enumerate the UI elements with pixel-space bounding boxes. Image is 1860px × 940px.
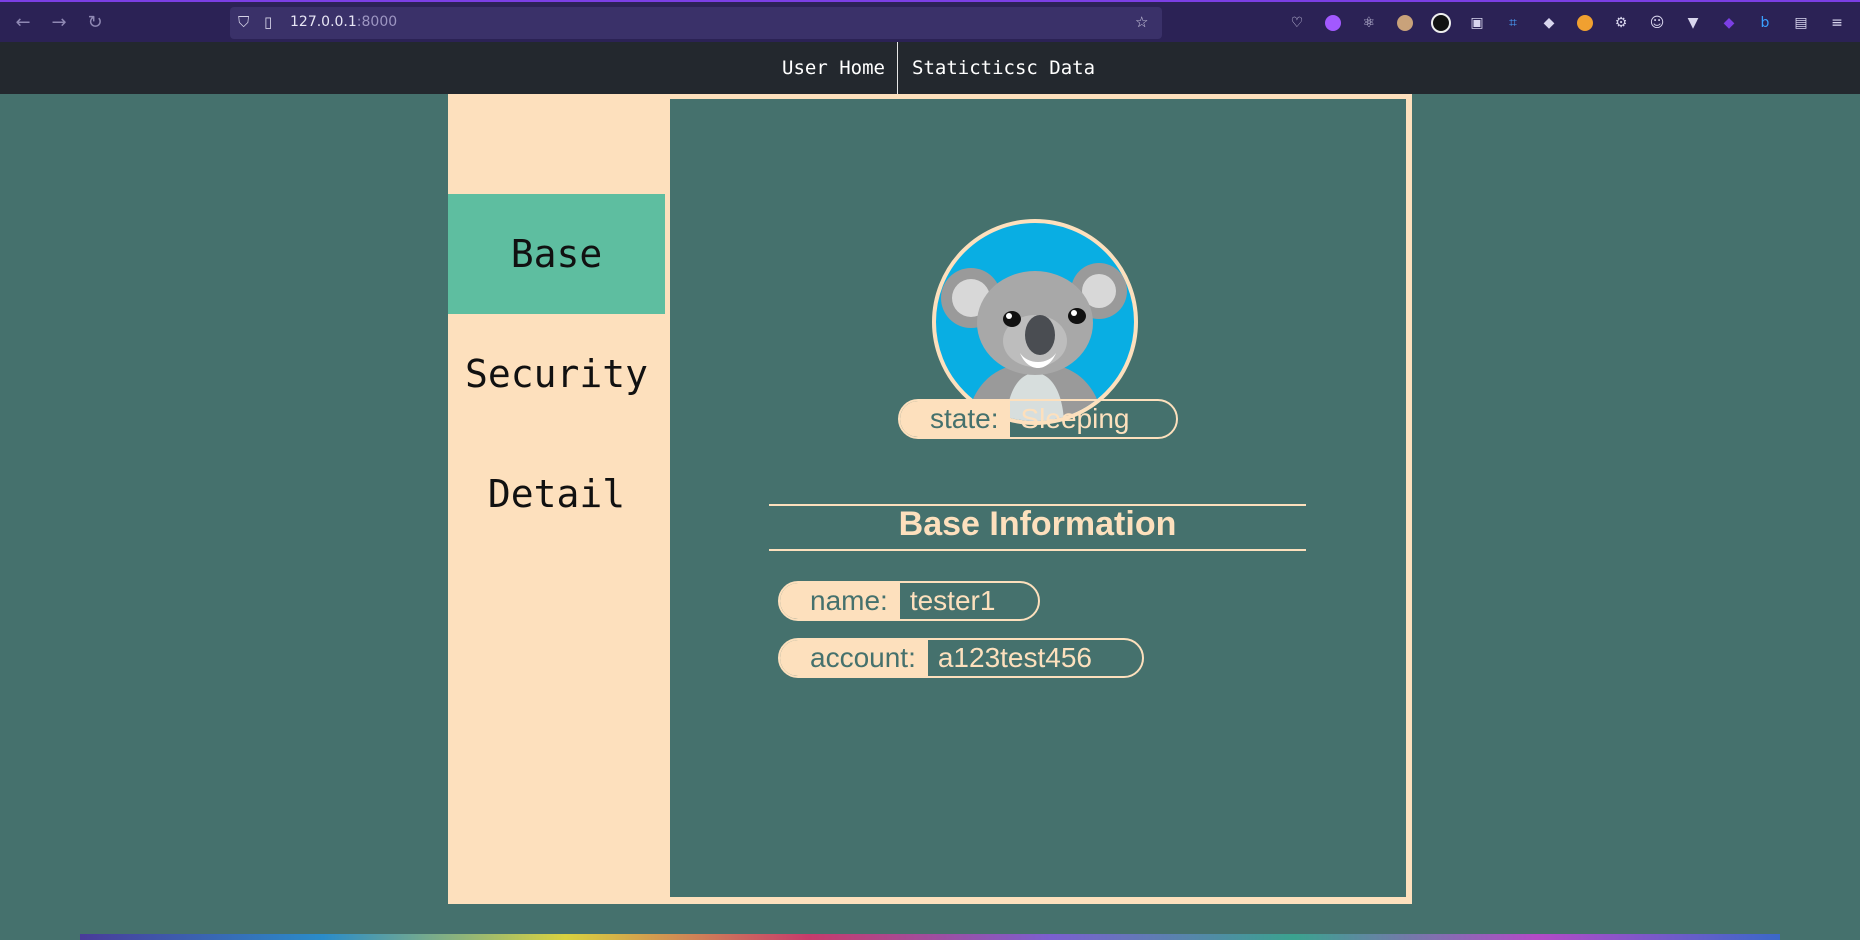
back-arrow-icon[interactable]: ← bbox=[12, 12, 34, 34]
account-value: a123test456 bbox=[937, 642, 1092, 673]
divider-bottom bbox=[769, 549, 1306, 551]
name-label: name: bbox=[780, 583, 900, 619]
extension-s-icon[interactable] bbox=[1321, 11, 1345, 35]
nav-user-home-link[interactable]: User Home bbox=[782, 42, 885, 94]
bookmark-star-icon[interactable]: ☆ bbox=[1135, 13, 1148, 31]
name-pill: name: tester1 bbox=[778, 581, 1040, 621]
extension-cube-icon[interactable]: ◆ bbox=[1537, 11, 1561, 35]
state-label: state: bbox=[900, 401, 1011, 437]
extension-face-icon[interactable] bbox=[1393, 11, 1417, 35]
pocket-icon[interactable]: ♡ bbox=[1285, 11, 1309, 35]
page-icon: ▯ bbox=[264, 13, 273, 31]
extension-circle-icon[interactable] bbox=[1429, 11, 1453, 35]
menu-hamburger-icon[interactable]: ≡ bbox=[1825, 11, 1849, 35]
extensions-toolbar: ♡ ⚛ ▣ ⌗ ◆ ⚙ ☺ ▼ ◆ b ▤ ≡ bbox=[1285, 11, 1849, 35]
address-bar[interactable]: ⛉ ▯ 127.0.0.1:8000 ☆ bbox=[230, 7, 1162, 39]
account-pill: account: a123test456 bbox=[778, 638, 1144, 678]
section-title: Base Information bbox=[898, 505, 1177, 543]
url-host: 127.0.0.1 bbox=[290, 14, 357, 30]
extension-orange-icon[interactable] bbox=[1573, 11, 1597, 35]
state-value: Sleeping bbox=[1020, 403, 1130, 434]
extension-glasses-icon[interactable]: ▣ bbox=[1465, 11, 1489, 35]
forward-arrow-icon[interactable]: → bbox=[48, 12, 70, 34]
state-pill: state: Sleeping bbox=[898, 399, 1178, 439]
reader-icon[interactable]: ▤ bbox=[1789, 11, 1813, 35]
extension-purple-icon[interactable]: ◆ bbox=[1717, 11, 1741, 35]
extension-mask-icon[interactable]: ☺ bbox=[1645, 11, 1669, 35]
account-label: account: bbox=[780, 640, 928, 676]
nav-divider bbox=[897, 42, 898, 94]
profile-content: state: Sleeping Base Information name: t… bbox=[670, 99, 1406, 897]
shield-icon[interactable]: ⛉ bbox=[238, 13, 249, 31]
reload-icon[interactable]: ↻ bbox=[84, 12, 106, 34]
koala-avatar bbox=[932, 219, 1138, 425]
koala-illustration bbox=[941, 263, 1127, 421]
sidebar-item-detail[interactable]: Detail bbox=[448, 434, 665, 554]
name-value: tester1 bbox=[909, 585, 996, 616]
taskbar-strip bbox=[80, 934, 1780, 940]
profile-card: Base Security Detail state: Sleeping Bas… bbox=[448, 94, 1412, 904]
url-port: :8000 bbox=[356, 14, 398, 30]
browser-toolbar: ← → ↻ ⛉ ▯ 127.0.0.1:8000 ☆ ♡ ⚛ ▣ ⌗ ◆ ⚙ ☺… bbox=[0, 0, 1860, 42]
site-navbar: User Home Staticticsc Data bbox=[0, 42, 1860, 94]
react-devtools-icon[interactable]: ⚛ bbox=[1357, 11, 1381, 35]
nav-statistics-data-link[interactable]: Staticticsc Data bbox=[912, 42, 1095, 94]
sidebar-item-security[interactable]: Security bbox=[448, 314, 665, 434]
url-text: 127.0.0.1:8000 bbox=[290, 14, 397, 30]
vue-devtools-icon[interactable]: ▼ bbox=[1681, 11, 1705, 35]
bing-icon[interactable]: b bbox=[1753, 11, 1777, 35]
extension-gear-icon[interactable]: ⚙ bbox=[1609, 11, 1633, 35]
extension-crop-icon[interactable]: ⌗ bbox=[1501, 11, 1525, 35]
sidebar-item-base[interactable]: Base bbox=[448, 194, 665, 314]
